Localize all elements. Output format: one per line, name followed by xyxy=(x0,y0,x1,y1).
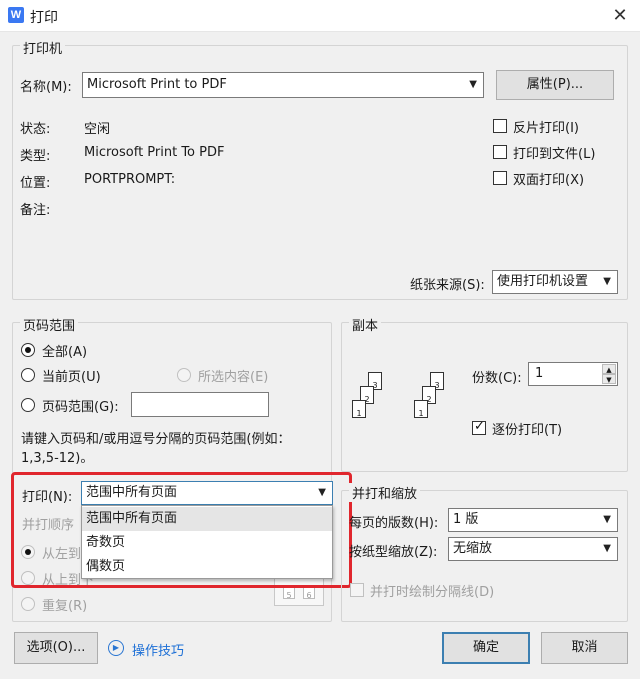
paper-source-select[interactable]: 使用打印机设置 ▼ xyxy=(492,270,618,294)
range-pages-label[interactable]: 页码范围(G): xyxy=(42,396,119,415)
pages-per-sheet-select[interactable]: 1 版 ▼ xyxy=(448,508,618,532)
chevron-down-icon: ▼ xyxy=(603,543,611,554)
scale-value: 无缩放 xyxy=(453,541,493,556)
copies-count-stepper[interactable]: 1 ▲ ▼ xyxy=(528,362,618,386)
play-help-icon[interactable]: ▶ xyxy=(108,640,124,656)
location-value: PORTPROMPT: xyxy=(84,172,176,187)
print-to-file-label[interactable]: 打印到文件(L) xyxy=(513,143,595,162)
collate-label[interactable]: 逐份打印(T) xyxy=(492,419,562,438)
range-hint-line1: 请键入页码和/或用逗号分隔的页码范围(例如： xyxy=(21,432,291,447)
collate-checkbox[interactable] xyxy=(472,419,486,435)
properties-button[interactable]: 属性(P)... xyxy=(496,70,614,100)
copies-group-label: 副本 xyxy=(349,315,382,334)
page-range-input[interactable] xyxy=(131,392,269,417)
zoom-group-label: 并打和缩放 xyxy=(349,483,421,502)
reverse-print-label[interactable]: 反片打印(I) xyxy=(513,117,579,136)
duplex-label[interactable]: 双面打印(X) xyxy=(513,169,584,188)
chevron-down-icon: ▼ xyxy=(469,79,477,90)
range-current-label[interactable]: 当前页(U) xyxy=(42,366,101,385)
type-label: 类型: xyxy=(20,149,51,164)
scale-select[interactable]: 无缩放 ▼ xyxy=(448,537,618,561)
page-range-group-label: 页码范围 xyxy=(20,315,79,334)
title-bar: W 打印 ✕ xyxy=(0,0,640,32)
spin-up-icon[interactable]: ▲ xyxy=(602,364,616,374)
range-all-label[interactable]: 全部(A) xyxy=(42,341,87,360)
order-repeat-label: 重复(R) xyxy=(42,599,88,614)
close-icon[interactable]: ✕ xyxy=(608,4,632,28)
range-hint-line2: 1,3,5-12)。 xyxy=(21,451,94,466)
tips-link[interactable]: 操作技巧 xyxy=(132,640,184,659)
pages-per-sheet-value: 1 版 xyxy=(453,512,479,527)
pages-per-sheet-label: 每页的版数(H): xyxy=(349,516,439,531)
collate-pages-icon-2: 3 2 1 xyxy=(412,372,462,428)
printer-name-value: Microsoft Print to PDF xyxy=(87,77,227,92)
draw-separator-checkbox[interactable] xyxy=(350,583,364,597)
scale-label: 按纸型缩放(Z): xyxy=(349,545,438,560)
duplex-checkbox[interactable] xyxy=(493,171,507,185)
chevron-down-icon: ▼ xyxy=(603,514,611,525)
spin-down-icon[interactable]: ▼ xyxy=(602,374,616,384)
location-label: 位置: xyxy=(20,176,51,191)
collate-pages-icon: 3 2 1 xyxy=(350,372,400,428)
copies-count-value: 1 xyxy=(535,366,544,381)
print-to-file-checkbox[interactable] xyxy=(493,145,507,159)
range-current-radio[interactable] xyxy=(21,368,35,382)
copies-count-label: 份数(C): xyxy=(472,371,522,386)
status-value: 空闲 xyxy=(84,122,111,137)
ok-button[interactable]: 确定 xyxy=(442,632,530,664)
wps-app-icon: W xyxy=(8,7,24,23)
printer-group-label: 打印机 xyxy=(20,38,66,57)
options-button[interactable]: 选项(O)... xyxy=(14,632,98,664)
paper-source-value: 使用打印机设置 xyxy=(497,274,589,289)
comment-label: 备注: xyxy=(20,203,51,218)
range-selection-label: 所选内容(E) xyxy=(198,370,269,385)
paper-source-label: 纸张来源(S): xyxy=(410,278,485,293)
order-repeat-radio[interactable] xyxy=(21,597,35,611)
range-selection-radio[interactable] xyxy=(177,368,191,382)
type-value: Microsoft Print To PDF xyxy=(84,145,225,160)
draw-separator-label: 并打时绘制分隔线(D) xyxy=(370,585,495,600)
status-label: 状态: xyxy=(20,122,51,137)
window-title: 打印 xyxy=(30,10,58,26)
chevron-down-icon: ▼ xyxy=(603,276,611,287)
reverse-print-checkbox[interactable] xyxy=(493,119,507,133)
range-pages-radio[interactable] xyxy=(21,398,35,412)
printer-name-select[interactable]: Microsoft Print to PDF ▼ xyxy=(82,72,484,98)
printer-name-label: 名称(M): xyxy=(20,80,72,95)
cancel-button[interactable]: 取消 xyxy=(541,632,628,664)
range-all-radio[interactable] xyxy=(21,343,35,357)
annotation-highlight-box xyxy=(11,472,352,588)
